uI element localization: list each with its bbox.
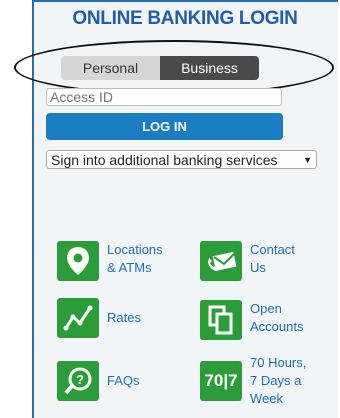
account-type-toggle[interactable]: Personal Business: [61, 56, 259, 80]
dropdown-arrow-icon: ▼: [303, 154, 312, 165]
contact-label: Contact Us: [250, 242, 295, 275]
documents-icon: [200, 300, 242, 340]
page-title: ONLINE BANKING LOGIN: [72, 8, 298, 29]
access-id-input[interactable]: [46, 88, 282, 106]
hours-label: 70 Hours, 7 Days a Week: [250, 355, 307, 406]
login-button[interactable]: LOG IN: [46, 113, 283, 140]
faq-icon: ?: [57, 361, 99, 401]
open-accounts-label: Open Accounts: [250, 301, 304, 334]
banking-services-select[interactable]: Sign into additional banking services ▼: [46, 150, 317, 169]
envelope-icon: [200, 241, 242, 281]
faqs-label: FAQs: [107, 373, 140, 388]
rates-chart-icon: [57, 298, 99, 338]
hours-icon: 70|7: [200, 361, 242, 401]
open-accounts-link[interactable]: Open Accounts: [200, 300, 303, 340]
rates-label: Rates: [107, 310, 141, 325]
faqs-link[interactable]: ? FAQs: [57, 361, 140, 401]
location-pin-icon: [57, 241, 99, 281]
svg-text:?: ?: [76, 372, 84, 387]
locations-link[interactable]: Locations & ATMs: [57, 241, 163, 281]
hours-link[interactable]: 70|7 70 Hours, 7 Days a Week: [200, 355, 306, 408]
locations-label: Locations & ATMs: [107, 242, 163, 275]
tab-personal[interactable]: Personal: [61, 56, 160, 80]
rates-link[interactable]: Rates: [57, 298, 141, 338]
banking-services-selected: Sign into additional banking services: [51, 151, 278, 168]
tab-business[interactable]: Business: [160, 56, 259, 80]
contact-link[interactable]: Contact Us: [200, 241, 295, 281]
